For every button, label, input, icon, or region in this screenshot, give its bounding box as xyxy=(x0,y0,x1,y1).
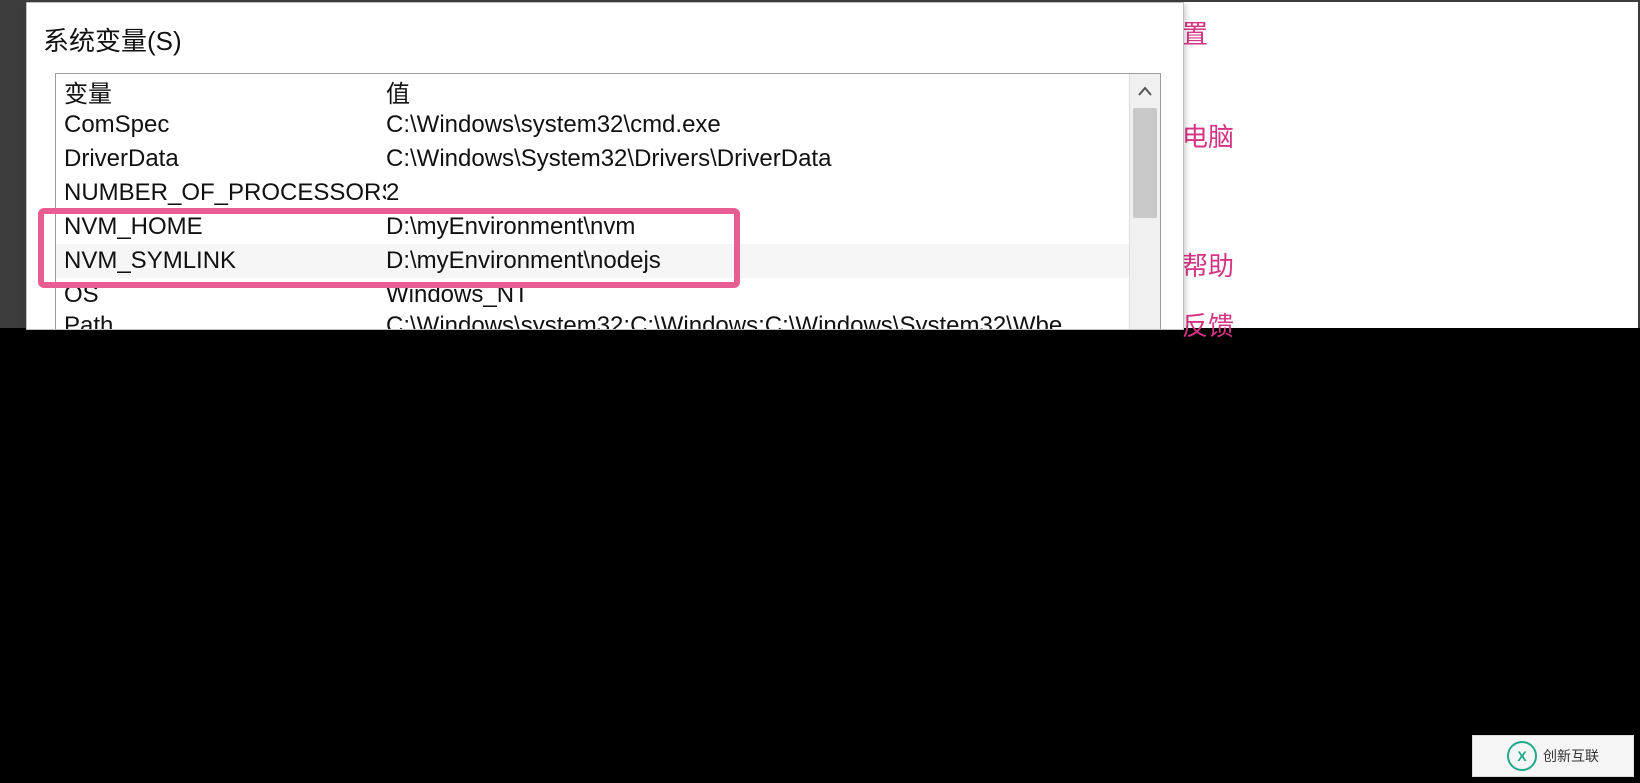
cell-name: OS xyxy=(56,281,386,309)
vertical-scrollbar[interactable] xyxy=(1129,74,1160,330)
table-row[interactable]: NVM_SYMLINK D:\myEnvironment\nodejs xyxy=(56,244,1130,278)
bg-link-4[interactable]: 反馈 xyxy=(1182,306,1234,343)
cell-value: C:\Windows\System32\Drivers\DriverData xyxy=(386,145,1130,173)
bg-link-2[interactable]: 电脑 xyxy=(1182,117,1234,154)
bg-link-1[interactable]: 置 xyxy=(1182,14,1208,51)
table-row[interactable]: NUMBER_OF_PROCESSORS 2 xyxy=(56,176,1130,210)
watermark-logo-icon: X xyxy=(1507,741,1537,771)
cell-value: 2 xyxy=(386,179,1130,207)
table-row[interactable]: Path C:\Windows\system32;C:\Windows;C:\W… xyxy=(56,312,1130,330)
bg-link-3[interactable]: 帮助 xyxy=(1182,246,1234,283)
cell-value: C:\Windows\system32;C:\Windows;C:\Window… xyxy=(386,312,1130,330)
cell-name: Path xyxy=(56,312,386,330)
cell-name: NVM_HOME xyxy=(56,213,386,241)
background-settings-window xyxy=(1180,2,1638,328)
table-row[interactable]: ComSpec C:\Windows\system32\cmd.exe xyxy=(56,108,1130,142)
table-row[interactable]: NVM_HOME D:\myEnvironment\nvm xyxy=(56,210,1130,244)
system-variables-label: 系统变量(S) xyxy=(43,21,182,58)
col-header-name[interactable]: 变量 xyxy=(56,74,386,109)
watermark-label: 创新互联 xyxy=(1543,746,1599,766)
list-rows-container: 变量 值 ComSpec C:\Windows\system32\cmd.exe… xyxy=(56,74,1130,330)
list-header-row: 变量 值 xyxy=(56,74,1130,108)
cell-name: NUMBER_OF_PROCESSORS xyxy=(56,179,386,207)
cell-name: DriverData xyxy=(56,145,386,173)
table-row[interactable]: DriverData C:\Windows\System32\Drivers\D… xyxy=(56,142,1130,176)
scroll-up-icon[interactable] xyxy=(1130,74,1160,108)
watermark: X 创新互联 xyxy=(1472,735,1634,777)
cell-value: C:\Windows\system32\cmd.exe xyxy=(386,111,1130,139)
col-header-value[interactable]: 值 xyxy=(386,74,1130,109)
cell-name: ComSpec xyxy=(56,111,386,139)
cell-value: D:\myEnvironment\nodejs xyxy=(386,247,1130,275)
system-variables-listbox[interactable]: 变量 值 ComSpec C:\Windows\system32\cmd.exe… xyxy=(55,73,1161,330)
environment-variables-dialog: 系统变量(S) 变量 值 ComSpec C:\Windows\system32… xyxy=(26,2,1184,330)
scrollbar-thumb[interactable] xyxy=(1133,108,1157,218)
cell-name: NVM_SYMLINK xyxy=(56,247,386,275)
table-row[interactable]: OS Windows_NT xyxy=(56,278,1130,312)
cell-value: Windows_NT xyxy=(386,281,1130,309)
cell-value: D:\myEnvironment\nvm xyxy=(386,213,1130,241)
